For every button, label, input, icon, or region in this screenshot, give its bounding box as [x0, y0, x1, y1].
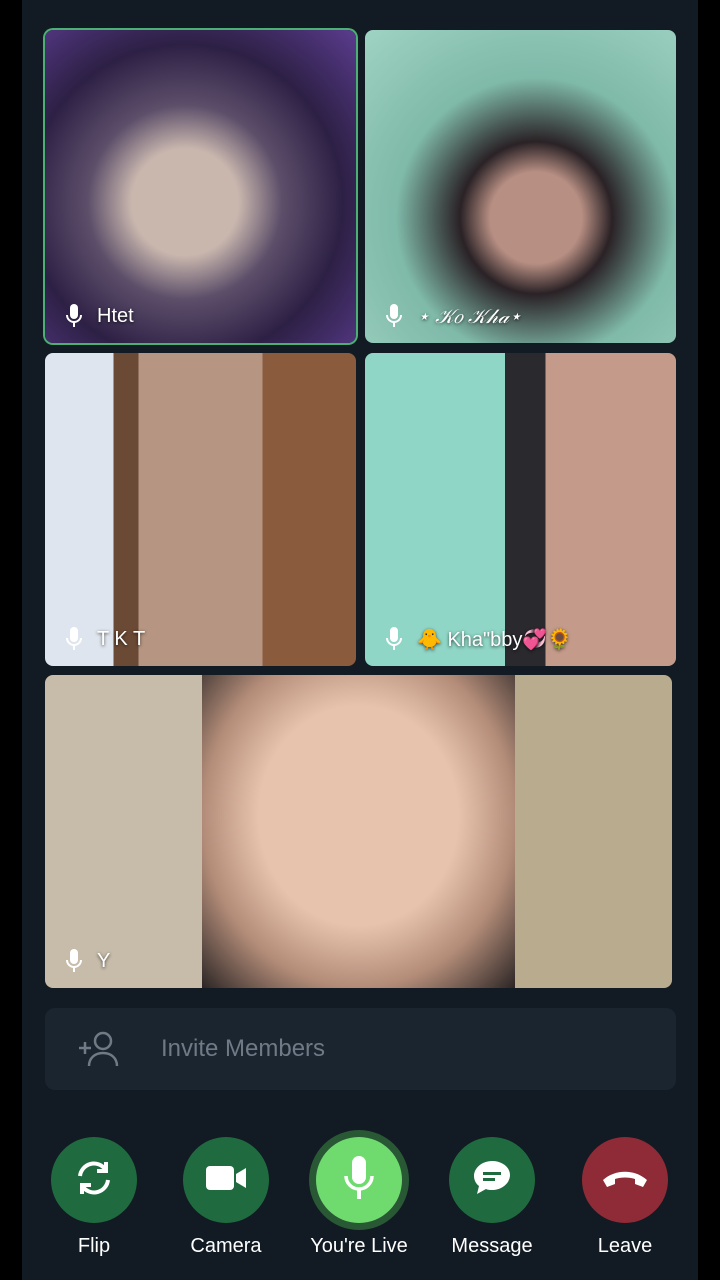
- leave-control: Leave: [560, 1130, 690, 1258]
- call-controls: Flip Camera You're Live Message Leave: [22, 1130, 698, 1270]
- participant-name: 🐥 Kha"bby💞🌻: [417, 628, 573, 651]
- participant-tile-htet[interactable]: Htet: [45, 30, 356, 343]
- microphone-icon: [65, 626, 83, 652]
- microphone-icon: [385, 626, 403, 652]
- add-person-icon: [75, 1026, 121, 1072]
- participant-tile-ko-kha[interactable]: ⋆ 𝒦𝑜 𝒦𝒽𝒶⋆: [365, 30, 676, 343]
- participant-video: [45, 30, 356, 343]
- microphone-icon: [342, 1154, 376, 1207]
- participant-tile-y[interactable]: Y: [45, 675, 672, 988]
- camera-control: Camera: [161, 1130, 291, 1258]
- flip-camera-control: Flip: [29, 1130, 159, 1258]
- participant-label: ⋆ 𝒦𝑜 𝒦𝒽𝒶⋆: [385, 303, 522, 329]
- participant-tile-tkt[interactable]: T K T: [45, 353, 356, 666]
- live-status-label: You're Live: [310, 1235, 408, 1257]
- flip-camera-button[interactable]: [51, 1137, 137, 1223]
- microphone-control: You're Live: [294, 1130, 424, 1258]
- participant-video: [365, 353, 676, 666]
- flip-label: Flip: [77, 1235, 111, 1257]
- participant-name: Y: [97, 949, 111, 972]
- participant-video: [365, 30, 676, 343]
- participant-name: T K T: [97, 627, 146, 650]
- leave-call-button[interactable]: [582, 1137, 668, 1223]
- invite-members-label: Invite Members: [161, 1035, 326, 1062]
- chat-bubble-icon: [471, 1157, 513, 1204]
- hang-up-icon: [600, 1166, 650, 1195]
- message-button[interactable]: [449, 1137, 535, 1223]
- camera-button[interactable]: [183, 1137, 269, 1223]
- message-control: Message: [427, 1130, 557, 1258]
- participant-tile-khabby[interactable]: 🐥 Kha"bby💞🌻: [365, 353, 676, 666]
- message-label: Message: [451, 1235, 533, 1257]
- participant-label: T K T: [65, 626, 145, 652]
- participant-label: 🐥 Kha"bby💞🌻: [385, 626, 572, 652]
- participant-video: [202, 675, 515, 988]
- leave-label: Leave: [597, 1235, 653, 1257]
- invite-members-button[interactable]: Invite Members: [45, 1008, 676, 1090]
- participant-label: Y: [65, 948, 110, 974]
- microphone-icon: [65, 948, 83, 974]
- participant-name: Htet: [97, 304, 134, 327]
- microphone-button[interactable]: [316, 1137, 402, 1223]
- call-screen: Htet ⋆ 𝒦𝑜 𝒦𝒽𝒶⋆ T K T 🐥 Kha"bby💞🌻 Y Invit…: [22, 0, 698, 1280]
- microphone-icon: [65, 303, 83, 329]
- flip-icon: [72, 1156, 116, 1205]
- participant-name: ⋆ 𝒦𝑜 𝒦𝒽𝒶⋆: [417, 305, 522, 328]
- participant-label: Htet: [65, 303, 134, 329]
- participant-video: [45, 353, 356, 666]
- video-camera-icon: [204, 1163, 248, 1198]
- camera-label: Camera: [190, 1235, 262, 1257]
- microphone-icon: [385, 303, 403, 329]
